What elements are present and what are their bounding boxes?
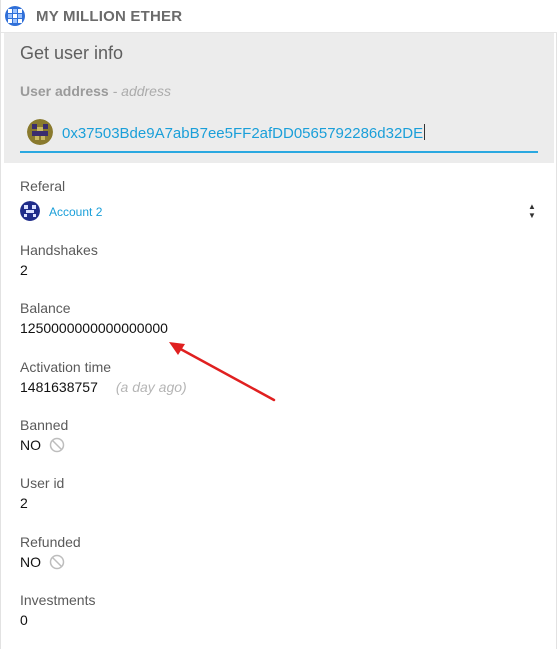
referal-field: Referal	[20, 178, 65, 194]
address-label-text: User address	[20, 83, 109, 99]
ether-logo-icon	[5, 6, 25, 26]
referal-select[interactable]: Account 2 ▲ ▼	[20, 201, 540, 223]
banned-field: Banned NO	[20, 417, 68, 453]
refunded-value: NO	[20, 554, 41, 570]
identicon-icon	[27, 119, 53, 145]
banned-value-row: NO	[20, 437, 68, 453]
address-label: User address - address	[20, 83, 171, 99]
balance-field: Balance 1250000000000000000	[20, 300, 168, 336]
refunded-field: Refunded NO	[20, 534, 81, 570]
ban-icon	[49, 437, 65, 453]
referal-label: Referal	[20, 178, 66, 194]
app-frame: MY MILLION ETHER Get user info User addr…	[0, 0, 557, 649]
banned-label: Banned	[20, 417, 69, 433]
app-title: MY MILLION ETHER	[36, 8, 183, 25]
text-caret	[424, 124, 426, 140]
banned-value: NO	[20, 437, 41, 453]
handshakes-label: Handshakes	[20, 242, 98, 258]
user-id-label: User id	[20, 475, 65, 491]
handshakes-value: 2	[20, 262, 28, 278]
balance-label: Balance	[20, 300, 71, 316]
user-id-value: 2	[20, 495, 28, 511]
address-text: 0x37503Bde9A7abB7ee5FF2afDD0565792286d32…	[62, 125, 424, 142]
top-bar: MY MILLION ETHER	[1, 0, 557, 33]
handshakes-field: Handshakes 2	[20, 242, 98, 278]
address-value: 0x37503Bde9A7abB7ee5FF2afDD0565792286d32…	[62, 124, 426, 142]
spinner-arrows-icon[interactable]: ▲ ▼	[526, 202, 538, 222]
identicon-icon	[20, 201, 40, 221]
address-input[interactable]: 0x37503Bde9A7abB7ee5FF2afDD0565792286d32…	[20, 115, 538, 153]
refunded-value-row: NO	[20, 554, 81, 570]
referal-account-name: Account 2	[49, 205, 103, 219]
activation-value: 1481638757	[20, 379, 98, 395]
balance-value: 1250000000000000000	[20, 320, 168, 336]
ban-icon	[49, 554, 65, 570]
user-id-field: User id 2	[20, 475, 64, 511]
investments-field: Investments 0	[20, 592, 95, 628]
refunded-label: Refunded	[20, 534, 81, 550]
panel-title: Get user info	[20, 43, 124, 63]
investments-value: 0	[20, 612, 28, 628]
annotation-arrow-icon	[169, 342, 276, 402]
address-type-hint: - address	[112, 83, 171, 99]
get-user-info-panel: Get user info User address - address 0x3…	[4, 33, 554, 163]
investments-label: Investments	[20, 592, 96, 608]
